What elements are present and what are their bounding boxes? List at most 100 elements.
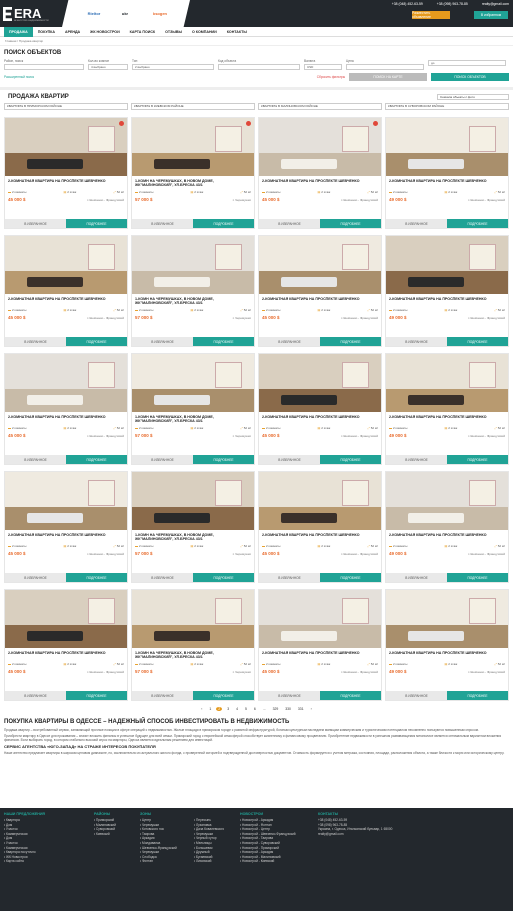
nav-item-map[interactable]: КАРТА ПОИСК (125, 27, 160, 37)
nav-item-new[interactable]: ЖК НОВОСТРОИ (85, 27, 125, 37)
advanced-search-link[interactable]: Расширенный поиск (4, 75, 34, 79)
listing-card[interactable]: 1-КОМН НА ЧЕРЕМУШКАХ, В НОВОМ ДОМЕ, ЖК"М… (131, 117, 255, 229)
listing-title[interactable]: 2-КОМНАТНАЯ КВАРТИРА НА ПРОСПЕКТЕ ШЕВЧЕН… (259, 176, 381, 188)
listing-photo[interactable] (132, 354, 254, 412)
add-favorite-button[interactable]: В ИЗБРАННОЕ (5, 219, 66, 228)
listing-card[interactable]: 2-КОМНАТНАЯ КВАРТИРА НА ПРОСПЕКТЕ ШЕВЧЕН… (385, 589, 509, 701)
nav-item-buy[interactable]: ПОКУПКА (33, 27, 60, 37)
listing-card[interactable]: 2-КОМНАТНАЯ КВАРТИРА НА ПРОСПЕКТЕ ШЕВЧЕН… (385, 353, 509, 465)
district-input[interactable] (4, 64, 84, 70)
details-button[interactable]: ПОДРОБНЕЕ (66, 337, 127, 346)
details-button[interactable]: ПОДРОБНЕЕ (66, 455, 127, 464)
nav-item-rent[interactable]: АРЕНДА (60, 27, 85, 37)
rooms-select[interactable]: 4 выбрано (88, 64, 128, 70)
listing-title[interactable]: 2-КОМНАТНАЯ КВАРТИРА НА ПРОСПЕКТЕ ШЕВЧЕН… (386, 176, 508, 188)
listing-photo[interactable] (132, 472, 254, 530)
listing-card[interactable]: 2-КОМНАТНАЯ КВАРТИРА НА ПРОСПЕКТЕ ШЕВЧЕН… (258, 589, 382, 701)
logo[interactable]: ERA агентство недвижимости (3, 3, 61, 25)
page-link[interactable]: 5 (243, 707, 249, 711)
listing-title[interactable]: 2-КОМНАТНАЯ КВАРТИРА НА ПРОСПЕКТЕ ШЕВЧЕН… (386, 530, 508, 542)
listing-photo[interactable] (259, 472, 381, 530)
footer-link[interactable]: • Лиховский (194, 859, 236, 864)
listing-card[interactable]: 2-КОМНАТНАЯ КВАРТИРА НА ПРОСПЕКТЕ ШЕВЧЕН… (4, 471, 128, 583)
listing-photo[interactable] (259, 590, 381, 648)
listing-title[interactable]: 2-КОМНАТНАЯ КВАРТИРА НА ПРОСПЕКТЕ ШЕВЧЕН… (386, 412, 508, 424)
listing-card[interactable]: 1-КОМН НА ЧЕРЕМУШКАХ, В НОВОМ ДОМЕ, ЖК"М… (131, 589, 255, 701)
type-select[interactable]: 2 выбрано (132, 64, 214, 70)
add-favorite-button[interactable]: В ИЗБРАННОЕ (132, 337, 193, 346)
listing-title[interactable]: 1-КОМН НА ЧЕРЕМУШКАХ, В НОВОМ ДОМЕ, ЖК"М… (132, 176, 254, 188)
details-button[interactable]: ПОДРОБНЕЕ (320, 219, 381, 228)
listing-card[interactable]: 2-КОМНАТНАЯ КВАРТИРА НА ПРОСПЕКТЕ ШЕВЧЕН… (385, 235, 509, 347)
listing-title[interactable]: 2-КОМНАТНАЯ КВАРТИРА НА ПРОСПЕКТЕ ШЕВЧЕН… (5, 648, 127, 660)
map-search-button[interactable]: ПОИСК НА КАРТЕ (349, 73, 427, 81)
currency-select[interactable]: USD (304, 64, 342, 70)
add-favorite-button[interactable]: В ИЗБРАННОЕ (132, 691, 193, 700)
listing-photo[interactable] (5, 118, 127, 176)
details-button[interactable]: ПОДРОБНЕЕ (193, 337, 254, 346)
add-favorite-button[interactable]: В ИЗБРАННОЕ (386, 455, 447, 464)
add-favorite-button[interactable]: В ИЗБРАННОЕ (386, 573, 447, 582)
listing-photo[interactable] (259, 118, 381, 176)
listing-photo[interactable] (5, 236, 127, 294)
add-favorite-button[interactable]: В ИЗБРАННОЕ (5, 455, 66, 464)
listing-title[interactable]: 1-КОМН НА ЧЕРЕМУШКАХ, В НОВОМ ДОМЕ, ЖК"М… (132, 294, 254, 306)
details-button[interactable]: ПОДРОБНЕЕ (447, 219, 508, 228)
details-button[interactable]: ПОДРОБНЕЕ (447, 337, 508, 346)
details-button[interactable]: ПОДРОБНЕЕ (66, 573, 127, 582)
add-favorite-button[interactable]: В ИЗБРАННОЕ (132, 219, 193, 228)
district-column-select[interactable]: КВАРТИРЫ В КИЕВСКОМ РАЙОНЕ (131, 103, 255, 110)
listing-title[interactable]: 1-КОМН НА ЧЕРЕМУШКАХ, В НОВОМ ДОМЕ, ЖК"М… (132, 530, 254, 542)
add-favorite-button[interactable]: В ИЗБРАННОЕ (259, 573, 320, 582)
nav-item-about[interactable]: О КОМПАНИИ (187, 27, 222, 37)
listing-photo[interactable] (386, 590, 508, 648)
add-favorite-button[interactable]: В ИЗБРАННОЕ (5, 691, 66, 700)
listing-title[interactable]: 2-КОМНАТНАЯ КВАРТИРА НА ПРОСПЕКТЕ ШЕВЧЕН… (259, 648, 381, 660)
listing-title[interactable]: 2-КОМНАТНАЯ КВАРТИРА НА ПРОСПЕКТЕ ШЕВЧЕН… (386, 648, 508, 660)
page-link[interactable]: 329 (271, 707, 281, 711)
listing-card[interactable]: 2-КОМНАТНАЯ КВАРТИРА НА ПРОСПЕКТЕ ШЕВЧЕН… (4, 353, 128, 465)
listing-title[interactable]: 2-КОМНАТНАЯ КВАРТИРА НА ПРОСПЕКТЕ ШЕВЧЕН… (259, 530, 381, 542)
details-button[interactable]: ПОДРОБНЕЕ (320, 691, 381, 700)
details-button[interactable]: ПОДРОБНЕЕ (193, 691, 254, 700)
add-favorite-button[interactable]: В ИЗБРАННОЕ (259, 455, 320, 464)
listing-card[interactable]: 2-КОМНАТНАЯ КВАРТИРА НА ПРОСПЕКТЕ ШЕВЧЕН… (385, 117, 509, 229)
listing-card[interactable]: 1-КОМН НА ЧЕРЕМУШКАХ, В НОВОМ ДОМЕ, ЖК"М… (131, 235, 255, 347)
rieltor-badge[interactable]: Rieltor (80, 3, 108, 23)
add-favorite-button[interactable]: В ИЗБРАННОЕ (132, 573, 193, 582)
listing-title[interactable]: 2-КОМНАТНАЯ КВАРТИРА НА ПРОСПЕКТЕ ШЕВЧЕН… (259, 412, 381, 424)
ksogen-badge[interactable]: ksogen (140, 3, 180, 23)
code-input[interactable] (218, 64, 300, 70)
listing-title[interactable]: 2-КОМНАТНАЯ КВАРТИРА НА ПРОСПЕКТЕ ШЕВЧЕН… (5, 412, 127, 424)
listing-card[interactable]: 2-КОМНАТНАЯ КВАРТИРА НА ПРОСПЕКТЕ ШЕВЧЕН… (258, 235, 382, 347)
page-link[interactable]: ... (261, 707, 268, 711)
email[interactable]: realty@gmail.com (482, 2, 509, 6)
details-button[interactable]: ПОДРОБНЕЕ (447, 455, 508, 464)
listing-card[interactable]: 2-КОМНАТНАЯ КВАРТИРА НА ПРОСПЕКТЕ ШЕВЧЕН… (258, 117, 382, 229)
district-column-select[interactable]: КВАРТИРЫ В СУВОРОВСКОМ РАЙОНЕ (385, 103, 509, 110)
listing-photo[interactable] (5, 472, 127, 530)
add-favorite-button[interactable]: В ИЗБРАННОЕ (386, 219, 447, 228)
breadcrumb[interactable]: Главная / Продажа квартир (0, 37, 513, 46)
listing-title[interactable]: 2-КОМНАТНАЯ КВАРТИРА НА ПРОСПЕКТЕ ШЕВЧЕН… (386, 294, 508, 306)
footer-link[interactable]: • Карта сайта (4, 859, 90, 864)
listing-photo[interactable] (132, 118, 254, 176)
listing-title[interactable]: 2-КОМНАТНАЯ КВАРТИРА НА ПРОСПЕКТЕ ШЕВЧЕН… (5, 530, 127, 542)
add-favorite-button[interactable]: В ИЗБРАННОЕ (5, 573, 66, 582)
nav-item-sale[interactable]: ПРОДАЖА (4, 26, 33, 37)
page-link[interactable]: 331 (296, 707, 306, 711)
listing-card[interactable]: 1-КОМН НА ЧЕРЕМУШКАХ, В НОВОМ ДОМЕ, ЖК"М… (131, 353, 255, 465)
listing-title[interactable]: 2-КОМНАТНАЯ КВАРТИРА НА ПРОСПЕКТЕ ШЕВЧЕН… (5, 176, 127, 188)
listing-photo[interactable] (386, 354, 508, 412)
listing-photo[interactable] (132, 236, 254, 294)
details-button[interactable]: ПОДРОБНЕЕ (66, 691, 127, 700)
add-favorite-button[interactable]: В ИЗБРАННОЕ (259, 691, 320, 700)
footer-link[interactable]: • Фонтан (140, 859, 190, 864)
details-button[interactable]: ПОДРОБНЕЕ (320, 337, 381, 346)
listing-card[interactable]: 2-КОМНАТНАЯ КВАРТИРА НА ПРОСПЕКТЕ ШЕВЧЕН… (4, 235, 128, 347)
listing-photo[interactable] (259, 236, 381, 294)
search-button[interactable]: ПОИСК ОБЪЕКТОВ (431, 73, 509, 81)
price-to-input[interactable]: до (428, 60, 506, 66)
listing-photo[interactable] (386, 236, 508, 294)
page-link[interactable]: › (309, 707, 314, 711)
